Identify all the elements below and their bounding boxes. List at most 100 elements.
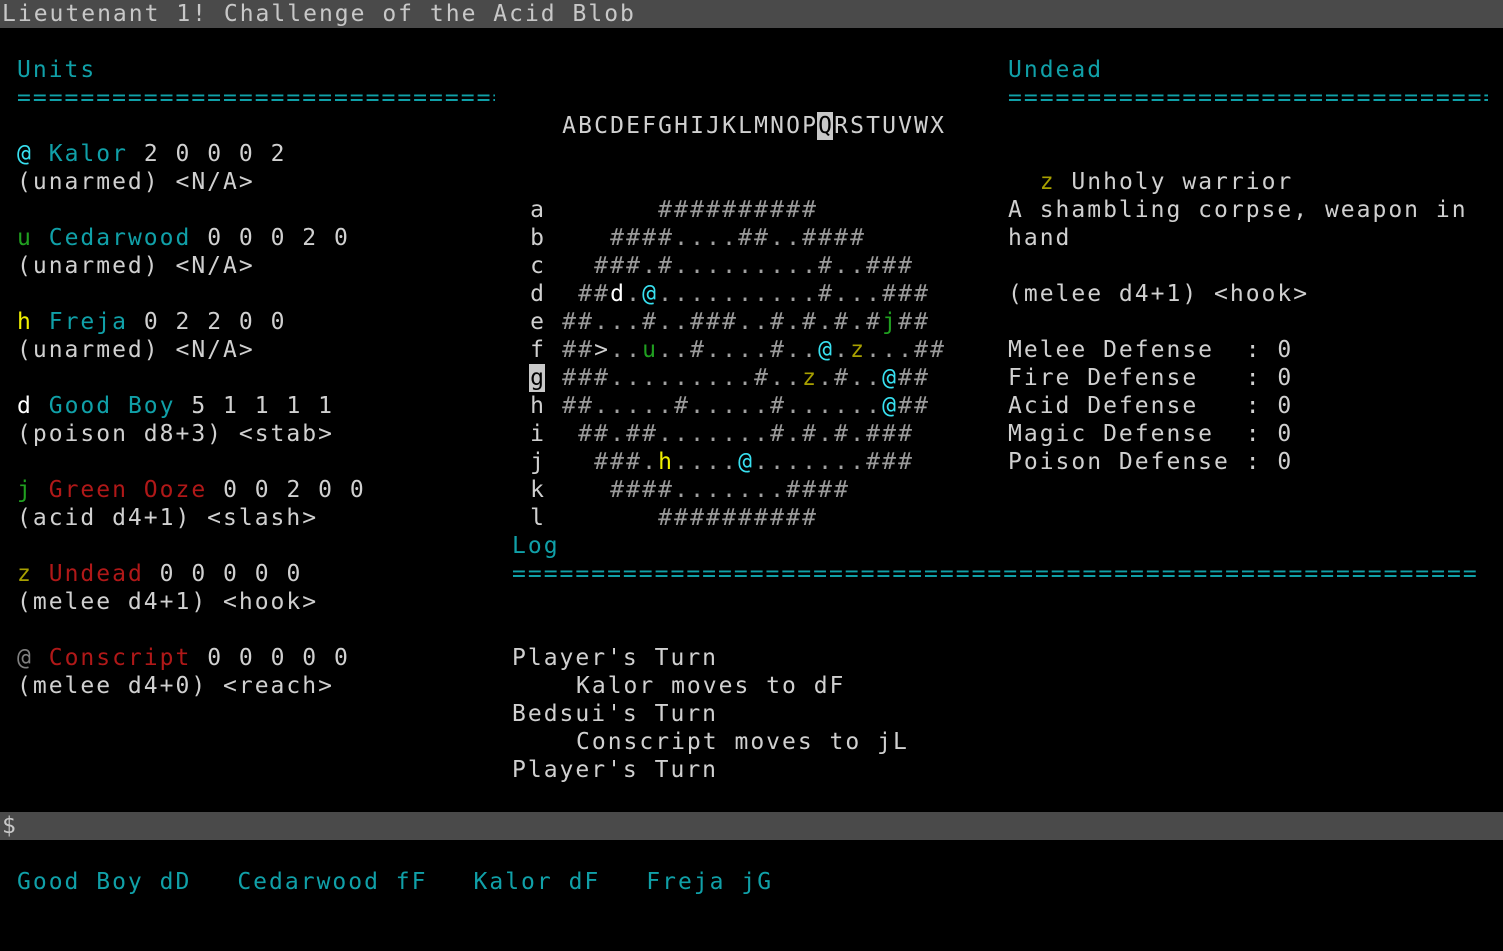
- map-cell[interactable]: #: [689, 336, 705, 364]
- map-cell[interactable]: #: [769, 504, 785, 532]
- map-cell[interactable]: #: [721, 308, 737, 336]
- map-cell[interactable]: #: [785, 504, 801, 532]
- map-cell[interactable]: [561, 280, 577, 308]
- map-cell[interactable]: .: [689, 364, 705, 392]
- map-cell[interactable]: .: [689, 476, 705, 504]
- map-cell[interactable]: .: [865, 336, 881, 364]
- map-cell[interactable]: [561, 476, 577, 504]
- map-cell[interactable]: .: [737, 420, 753, 448]
- map-cell[interactable]: .: [673, 224, 689, 252]
- map-cell[interactable]: .: [625, 392, 641, 420]
- map-cell[interactable]: .: [737, 476, 753, 504]
- map-cell[interactable]: #: [833, 364, 849, 392]
- map-cell[interactable]: #: [769, 336, 785, 364]
- map-cell[interactable]: j: [881, 308, 897, 336]
- map-cell[interactable]: #: [577, 336, 593, 364]
- map-cell[interactable]: .: [689, 224, 705, 252]
- map-cell[interactable]: .: [673, 448, 689, 476]
- map-cell[interactable]: z: [801, 364, 817, 392]
- map-cell[interactable]: .: [849, 308, 865, 336]
- map-cell[interactable]: @: [881, 364, 897, 392]
- map-cell[interactable]: #: [913, 308, 929, 336]
- map-cell[interactable]: #: [913, 392, 929, 420]
- map-cell[interactable]: .: [721, 392, 737, 420]
- map-cell[interactable]: .: [801, 252, 817, 280]
- map-cell[interactable]: [641, 196, 657, 224]
- map-cell[interactable]: #: [833, 420, 849, 448]
- map-cell[interactable]: #: [849, 224, 865, 252]
- map-cell[interactable]: #: [801, 224, 817, 252]
- map-cell[interactable]: @: [881, 392, 897, 420]
- map-cell[interactable]: z: [849, 336, 865, 364]
- map-cell[interactable]: [593, 196, 609, 224]
- map-cell[interactable]: #: [721, 196, 737, 224]
- map-cell[interactable]: [561, 196, 577, 224]
- map-cell[interactable]: #: [593, 448, 609, 476]
- map-cell[interactable]: #: [657, 224, 673, 252]
- map-cell[interactable]: [561, 224, 577, 252]
- map-cell[interactable]: #: [785, 196, 801, 224]
- map-cell[interactable]: .: [737, 364, 753, 392]
- map-cell[interactable]: [609, 196, 625, 224]
- map-cell[interactable]: #: [657, 504, 673, 532]
- map-cell[interactable]: .: [849, 252, 865, 280]
- map-cells[interactable]: ###.h....@.......###: [561, 448, 945, 476]
- map-cell[interactable]: #: [769, 308, 785, 336]
- map-cell[interactable]: .: [641, 364, 657, 392]
- map-cell[interactable]: .: [801, 336, 817, 364]
- unit-entry[interactable]: z Undead 0 0 0 0 0: [17, 560, 302, 588]
- map-cell[interactable]: .: [785, 392, 801, 420]
- map-cell[interactable]: .: [721, 448, 737, 476]
- map-cell[interactable]: .: [865, 364, 881, 392]
- map-cell[interactable]: #: [577, 364, 593, 392]
- map-cell[interactable]: #: [689, 308, 705, 336]
- map-cell[interactable]: #: [769, 392, 785, 420]
- map-cell[interactable]: [817, 196, 833, 224]
- map-cell[interactable]: [577, 448, 593, 476]
- map-cell[interactable]: .: [705, 476, 721, 504]
- map-cell[interactable]: .: [625, 308, 641, 336]
- unit-entry[interactable]: @ Kalor 2 0 0 0 2: [17, 140, 286, 168]
- map-cell[interactable]: #: [657, 252, 673, 280]
- map-cell[interactable]: .: [817, 392, 833, 420]
- map-cell[interactable]: .: [801, 448, 817, 476]
- map-cell[interactable]: [561, 252, 577, 280]
- map-cell[interactable]: [561, 448, 577, 476]
- map-cell[interactable]: .: [609, 364, 625, 392]
- map-cell[interactable]: .: [881, 336, 897, 364]
- map-cell[interactable]: h: [657, 448, 673, 476]
- map-cell[interactable]: .: [593, 308, 609, 336]
- map-cell[interactable]: #: [897, 308, 913, 336]
- map-cell[interactable]: [929, 448, 945, 476]
- map-cell[interactable]: [609, 504, 625, 532]
- map-cell[interactable]: .: [897, 336, 913, 364]
- map-cells[interactable]: ##...#..###..#.#.#.#j##: [561, 308, 929, 336]
- map-cells[interactable]: ###.........#..z.#..@##: [561, 364, 929, 392]
- map-cell[interactable]: .: [609, 392, 625, 420]
- map-cell[interactable]: #: [753, 504, 769, 532]
- map-cell[interactable]: .: [785, 252, 801, 280]
- map-cell[interactable]: .: [721, 420, 737, 448]
- map-cell[interactable]: .: [785, 224, 801, 252]
- map-cell[interactable]: #: [705, 196, 721, 224]
- map-cell[interactable]: [897, 196, 913, 224]
- map-cell[interactable]: .: [657, 308, 673, 336]
- map-cell[interactable]: [881, 224, 897, 252]
- command-input[interactable]: $: [0, 812, 1503, 840]
- map-cell[interactable]: [593, 504, 609, 532]
- map-cell[interactable]: #: [833, 224, 849, 252]
- map-cell[interactable]: #: [817, 476, 833, 504]
- map-cell[interactable]: .: [657, 392, 673, 420]
- map-cell[interactable]: #: [593, 364, 609, 392]
- map-cell[interactable]: .: [753, 392, 769, 420]
- map-cell[interactable]: .: [817, 420, 833, 448]
- map-cells[interactable]: ####....##..####: [561, 224, 913, 252]
- map-cell[interactable]: #: [561, 308, 577, 336]
- map-cell[interactable]: .: [673, 336, 689, 364]
- map-cell[interactable]: .: [849, 364, 865, 392]
- map-cell[interactable]: .: [673, 252, 689, 280]
- map-cell[interactable]: .: [721, 224, 737, 252]
- map-cell[interactable]: #: [817, 224, 833, 252]
- map-cell[interactable]: .: [705, 448, 721, 476]
- map-cell[interactable]: .: [689, 280, 705, 308]
